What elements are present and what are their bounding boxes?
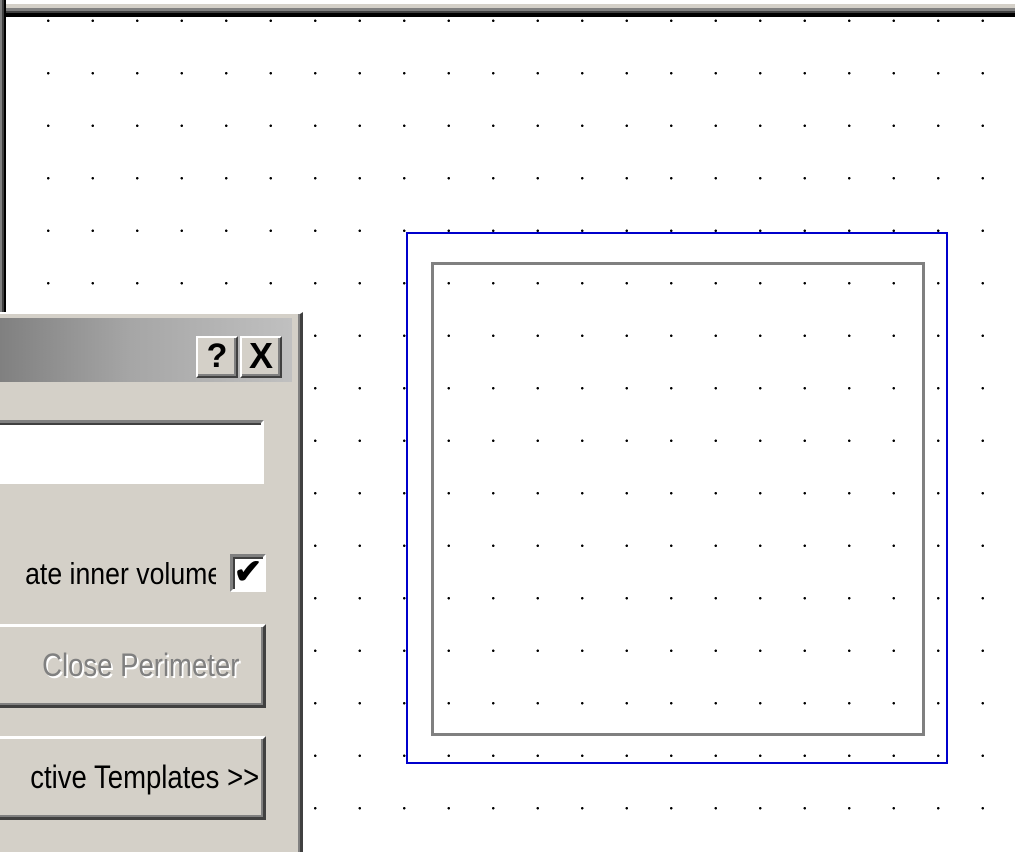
inner-volume-shape[interactable]	[431, 262, 925, 736]
dialog-titlebar[interactable]: ? X	[0, 318, 292, 382]
active-templates-label: ctive Templates >>	[30, 759, 260, 795]
perimeter-dialog: ? X ate inner volume ✔ Close Perimeter c…	[0, 312, 303, 852]
close-perimeter-label: Close Perimeter	[41, 647, 239, 683]
name-input[interactable]	[0, 420, 264, 484]
inner-volume-checkbox[interactable]: ✔	[230, 554, 266, 592]
window-top-border	[0, 0, 1015, 17]
close-icon[interactable]: X	[240, 336, 282, 378]
active-templates-button[interactable]: ctive Templates >>	[0, 736, 266, 820]
close-perimeter-button[interactable]: Close Perimeter	[0, 624, 266, 708]
inner-volume-label: ate inner volume	[25, 556, 216, 591]
help-icon[interactable]: ?	[196, 336, 238, 378]
